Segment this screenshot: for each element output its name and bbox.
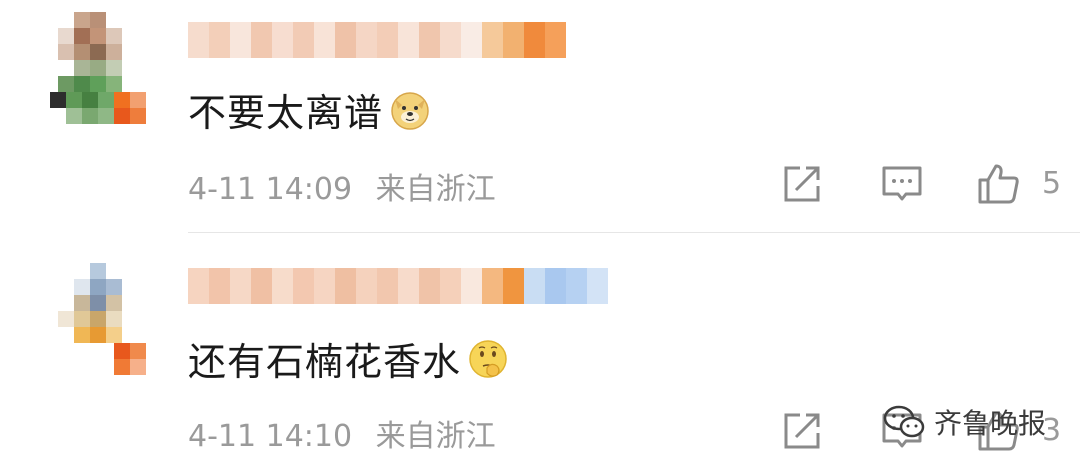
avatar[interactable] — [50, 263, 154, 383]
comment-text-content: 不要太离谱 — [188, 91, 384, 135]
username-blurred[interactable] — [188, 266, 608, 306]
thinking-emoji — [469, 339, 507, 378]
comment-meta: 4-11 14:10 来自浙江 — [188, 411, 496, 455]
comment-actions: 5 — [780, 162, 1070, 210]
like-count: 5 — [1042, 166, 1062, 201]
comment-location: 来自浙江 — [375, 172, 496, 207]
comment-item: 不要太离谱 4-11 14:09 来自浙江 5 — [0, 0, 1080, 232]
thumbs-up-icon[interactable] — [976, 162, 1020, 206]
comment-time: 4-11 14:10 — [188, 419, 353, 454]
wechat-icon — [883, 405, 925, 438]
share-icon[interactable] — [780, 409, 824, 453]
comment-meta: 4-11 14:09 来自浙江 — [188, 164, 496, 208]
watermark-label: 齐鲁晚报 — [934, 407, 1047, 440]
comment-text-content: 还有石楠花香水 — [188, 340, 462, 384]
comment-icon[interactable] — [880, 162, 924, 206]
comment-time: 4-11 14:09 — [188, 172, 353, 207]
username-blurred[interactable] — [188, 20, 566, 60]
comment-text: 还有石楠花香水 — [188, 331, 509, 386]
watermark: 齐鲁晚报 — [882, 402, 1046, 442]
share-icon[interactable] — [780, 162, 824, 206]
comment-location: 来自浙江 — [375, 419, 496, 454]
comment-text: 不要太离谱 — [188, 82, 431, 137]
doge-emoji — [391, 91, 429, 130]
avatar[interactable] — [50, 12, 154, 132]
